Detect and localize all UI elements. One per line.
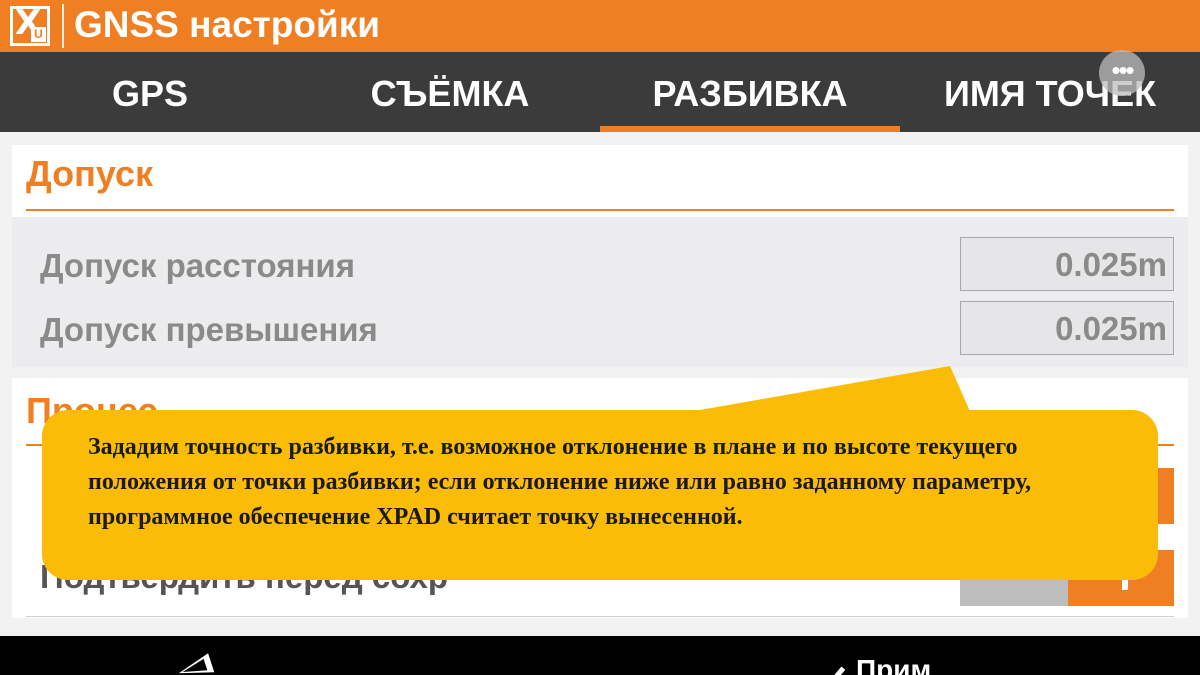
tab-gps[interactable]: GPS xyxy=(0,52,300,132)
tolerance-rows: Допуск расстояния 0.025m Допуск превышен… xyxy=(12,217,1188,367)
callout-text: Зададим точность разбивки, т.е. возможно… xyxy=(88,434,1032,530)
tab-point-names[interactable]: ИМЯ ТОЧЕК xyxy=(900,52,1200,132)
title-bar: X U GNSS настройки xyxy=(0,0,1200,52)
section-divider xyxy=(26,209,1174,211)
annotation-callout: Зададим точность разбивки, т.е. возможно… xyxy=(42,410,1158,580)
tab-bar: GPS СЪЁМКА РАЗБИВКА ИМЯ ТОЧЕК ••• xyxy=(0,50,1200,132)
tolerance-title: Допуск xyxy=(26,153,153,194)
tab-survey[interactable]: СЪЁМКА xyxy=(300,52,600,132)
page-title: GNSS настройки xyxy=(74,4,380,45)
more-vert-icon[interactable]: ••• xyxy=(1099,50,1145,96)
tolerance-section: Допуск Допуск расстояния 0.025m Допуск п… xyxy=(12,145,1188,367)
app-logo: X U xyxy=(10,3,50,46)
logo-sub: U xyxy=(31,27,46,42)
distance-tolerance-input[interactable]: 0.025m xyxy=(960,237,1174,291)
height-tolerance-label: Допуск превышения xyxy=(40,311,378,348)
apply-button[interactable]: Прим xyxy=(820,654,931,675)
height-tolerance-input[interactable]: 0.025m xyxy=(960,301,1174,355)
apply-label: Прим xyxy=(856,654,932,675)
tab-stakeout[interactable]: РАЗБИВКА xyxy=(600,52,900,132)
title-separator xyxy=(62,4,64,48)
row-divider xyxy=(26,616,1174,617)
check-icon xyxy=(820,662,850,675)
bottom-bar: Прим xyxy=(0,636,1200,675)
back-arrow-icon[interactable] xyxy=(175,653,215,675)
distance-tolerance-label: Допуск расстояния xyxy=(40,247,355,284)
